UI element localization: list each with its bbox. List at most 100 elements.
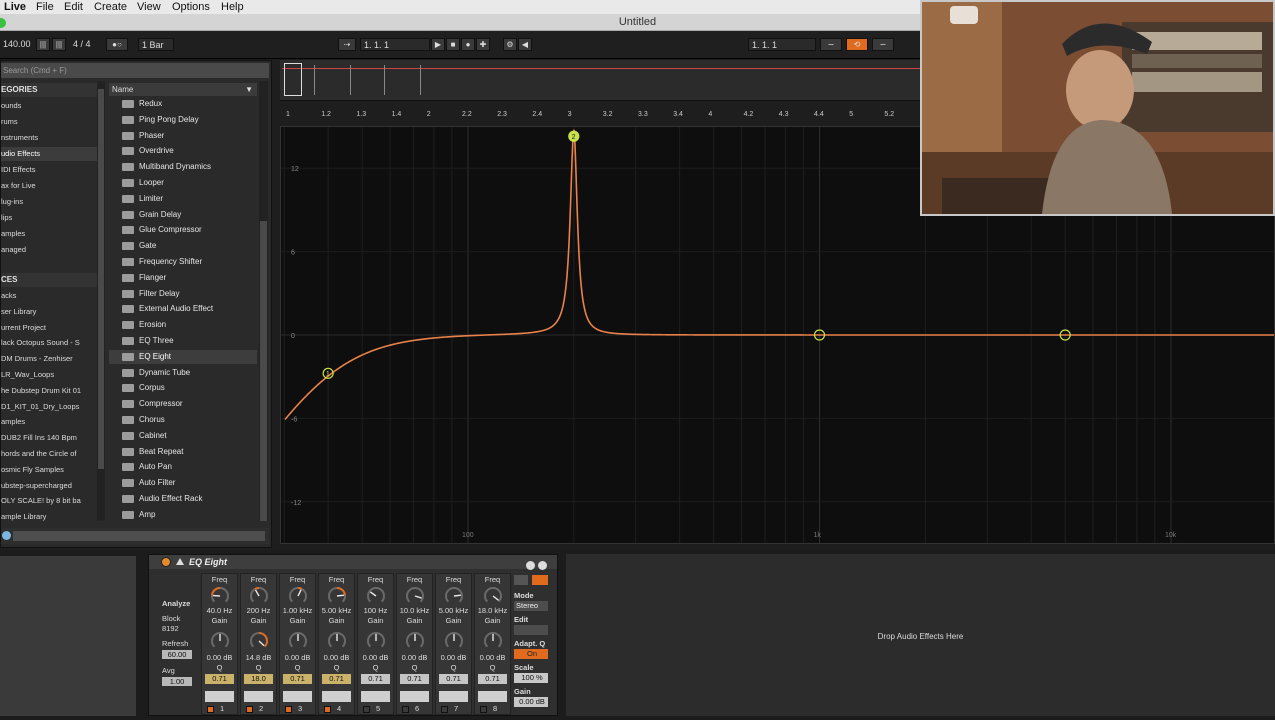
sidebar-category-item[interactable]: rums (1, 115, 97, 129)
browser-list-item[interactable]: Looper (109, 176, 257, 190)
menu-file[interactable]: File (36, 0, 54, 14)
browser-list-item[interactable]: Compressor (109, 397, 257, 411)
browser-list-item[interactable]: Auto Filter (109, 476, 257, 490)
sidebar-place-item[interactable]: ubstep-supercharged (1, 479, 97, 493)
browser-list-item[interactable]: Filter Delay (109, 287, 257, 301)
browser-list-item[interactable]: EQ Three (109, 334, 257, 348)
browser-list-item[interactable]: Amp (109, 508, 257, 522)
gain-value[interactable]: 0.00 dB (397, 653, 432, 662)
browser-list-item[interactable]: Flanger (109, 271, 257, 285)
tap-tempo-icon[interactable]: ||| (36, 38, 50, 51)
filter-type-dropdown[interactable] (478, 691, 507, 702)
sidebar-place-item[interactable]: LR_Wav_Loops (1, 368, 97, 382)
q-value[interactable]: 0.71 (361, 674, 390, 684)
sidebar-category-item[interactable]: nstruments (1, 131, 97, 145)
menu-edit[interactable]: Edit (64, 0, 83, 14)
band-activator-icon[interactable] (441, 706, 448, 713)
q-value[interactable]: 0.71 (322, 674, 351, 684)
band-activator-icon[interactable] (324, 706, 331, 713)
gain-value[interactable]: 0.00 dB (475, 653, 510, 662)
device-hotswap-icon[interactable] (526, 561, 535, 570)
browser-list-item[interactable]: Ping Pong Delay (109, 113, 257, 127)
browser-list-item[interactable]: Cabinet (109, 429, 257, 443)
browser-list-item[interactable]: Limiter (109, 192, 257, 206)
audio-effects-drop-zone[interactable]: Drop Audio Effects Here (566, 554, 1275, 716)
freq-value[interactable]: 100 Hz (358, 606, 393, 615)
content-scrollbar[interactable] (259, 81, 268, 521)
q-value[interactable]: 18.0 (244, 674, 273, 684)
menu-app-live[interactable]: Live (4, 0, 26, 14)
filter-type-dropdown[interactable] (322, 691, 351, 702)
sidebar-place-item[interactable]: D1_KIT_01_Dry_Loops (1, 400, 97, 414)
gain-value[interactable]: 14.8 dB (241, 653, 276, 662)
sidebar-place-item[interactable]: urrent Project (1, 321, 97, 335)
browser-list-item[interactable]: Overdrive (109, 144, 257, 158)
follow-icon[interactable]: ⇢ (338, 38, 356, 51)
freq-value[interactable]: 10.0 kHz (397, 606, 432, 615)
gain-knob[interactable] (404, 629, 426, 651)
browser-list-item[interactable]: Grain Delay (109, 208, 257, 222)
sidebar-place-item[interactable]: lack Octopus Sound - S (1, 336, 97, 350)
loop-start-field[interactable]: 1. 1. 1 (748, 38, 816, 51)
sidebar-place-item[interactable]: DUB2 Fill Ins 140 Bpm (1, 431, 97, 445)
browser-list-item[interactable]: Erosion (109, 318, 257, 332)
sidebar-place-item[interactable]: he Dubstep Drum Kit 01 (1, 384, 97, 398)
gain-value[interactable]: 0.00 dB (358, 653, 393, 662)
browser-list-item[interactable]: Beat Repeat (109, 445, 257, 459)
gain-knob[interactable] (248, 629, 270, 651)
sidebar-category-item[interactable]: lips (1, 211, 97, 225)
sidebar-place-item[interactable]: ser Library (1, 305, 97, 319)
browser-list-item[interactable]: Phaser (109, 129, 257, 143)
filter-type-dropdown[interactable] (361, 691, 390, 702)
freq-value[interactable]: 18.0 kHz (475, 606, 510, 615)
gain-value[interactable]: 0.00 dB (280, 653, 315, 662)
gain-value[interactable]: 0.00 dB (319, 653, 354, 662)
q-value[interactable]: 0.71 (400, 674, 429, 684)
browser-list-item[interactable]: Gate (109, 239, 257, 253)
gain-knob[interactable] (365, 629, 387, 651)
song-position-field[interactable]: 1. 1. 1 (360, 38, 430, 51)
gain-value[interactable]: 0.00 dB (202, 653, 237, 662)
sidebar-scrollbar[interactable] (97, 81, 105, 521)
quantize-dropdown[interactable]: 1 Bar (138, 38, 174, 51)
freq-value[interactable]: 40.0 Hz (202, 606, 237, 615)
filter-type-dropdown[interactable] (400, 691, 429, 702)
play-icon[interactable]: ▶ (431, 38, 445, 51)
sidebar-category-item[interactable]: anaged (1, 243, 97, 257)
sidebar-place-item[interactable]: ample Library (1, 510, 97, 521)
gain-knob[interactable] (209, 629, 231, 651)
punch-out-icon[interactable]: ∽ (872, 38, 894, 51)
browser-list-item[interactable]: Auto Pan (109, 460, 257, 474)
sidebar-category-item[interactable]: IDI Effects (1, 163, 97, 177)
menu-view[interactable]: View (137, 0, 161, 14)
edit-selector[interactable] (514, 625, 548, 635)
band-activator-icon[interactable] (402, 706, 409, 713)
time-signature-field[interactable]: 4 / 4 (70, 38, 102, 51)
refresh-value[interactable]: 60.00 (162, 650, 192, 659)
browser-list-item[interactable]: Corpus (109, 381, 257, 395)
freq-knob[interactable] (287, 584, 309, 606)
band-activator-icon[interactable] (246, 706, 253, 713)
headphones-icon[interactable] (514, 575, 528, 585)
analyze-label[interactable]: Analyze (162, 599, 190, 608)
menu-create[interactable]: Create (94, 0, 127, 14)
sidebar-place-item[interactable]: hords and the Circle of (1, 447, 97, 461)
browser-list-item[interactable]: Glue Compressor (109, 223, 257, 237)
freq-knob[interactable] (209, 584, 231, 606)
gain-knob[interactable] (326, 629, 348, 651)
overview-selection[interactable] (284, 63, 302, 96)
freq-value[interactable]: 1.00 kHz (280, 606, 315, 615)
sidebar-place-item[interactable]: OLY SCALE! by 8 bit ba (1, 494, 97, 508)
band-activator-icon[interactable] (207, 706, 214, 713)
sort-chevron-icon[interactable]: ▼ (245, 83, 253, 96)
band-2-marker[interactable]: 2 (568, 130, 580, 142)
gain-knob[interactable] (482, 629, 504, 651)
sidebar-place-item[interactable]: acks (1, 289, 97, 303)
browser-list-item[interactable]: Audio Effect Rack (109, 492, 257, 506)
device-power-icon[interactable] (161, 557, 171, 567)
q-value[interactable]: 0.71 (439, 674, 468, 684)
browser-list-item[interactable]: Multiband Dynamics (109, 160, 257, 174)
device-fold-icon[interactable] (176, 558, 184, 565)
freq-knob[interactable] (404, 584, 426, 606)
gain-knob[interactable] (287, 629, 309, 651)
